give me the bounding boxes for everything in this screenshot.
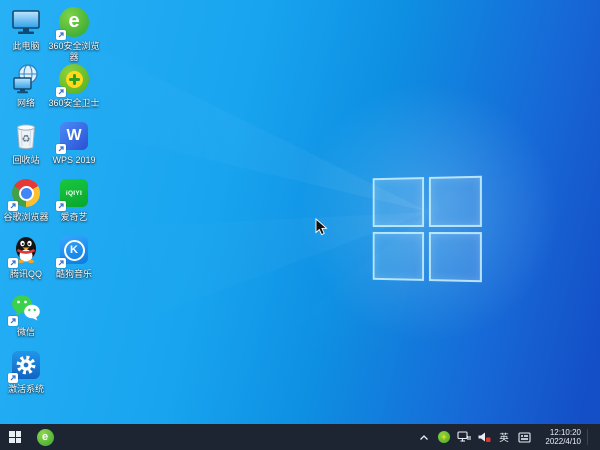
desktop-icon-iqiyi[interactable]: iQIYI 爱奇艺 xyxy=(48,176,100,223)
tray-network-icon[interactable] xyxy=(457,429,471,445)
screen: 此电脑 e 360安全浏览器 网络 360安全卫士 ♻ 回收站 W WPS 20… xyxy=(0,0,600,450)
shortcut-arrow-icon xyxy=(56,87,66,97)
show-desktop-button[interactable] xyxy=(594,424,598,450)
icon-label: 网络 xyxy=(16,98,35,108)
icon-label: 360安全浏览器 xyxy=(48,41,100,62)
icon-label: 此电脑 xyxy=(12,41,40,51)
360-safeguard-icon xyxy=(56,62,91,97)
shortcut-arrow-icon xyxy=(56,258,66,268)
desktop-icon-this-pc[interactable]: 此电脑 xyxy=(0,5,52,52)
this-pc-icon xyxy=(9,5,43,39)
shortcut-arrow-icon xyxy=(56,30,66,40)
taskbar: e + 英 12:10:20 2022/4/10 xyxy=(0,424,600,450)
desktop-icon-recycle-bin[interactable]: ♻ 回收站 xyxy=(0,119,52,166)
wps-icon: W xyxy=(56,119,91,154)
desktop-icon-360-safeguard[interactable]: 360安全卫士 xyxy=(48,62,100,109)
shortcut-arrow-icon xyxy=(56,201,66,211)
tray-divider xyxy=(587,429,588,445)
desktop-icon-360-browser[interactable]: e 360安全浏览器 xyxy=(48,5,100,62)
icon-label: 激活系统 xyxy=(7,384,44,394)
shortcut-arrow-icon xyxy=(56,144,66,154)
clock-time: 12:10:20 xyxy=(549,427,581,437)
kugou-icon: K xyxy=(56,233,91,268)
tray-ime-language-indicator[interactable]: 英 xyxy=(497,429,511,445)
desktop-icon-qq[interactable]: 腾讯QQ xyxy=(0,233,52,280)
desktop-icon-network[interactable]: 网络 xyxy=(0,62,52,109)
icon-label: WPS 2019 xyxy=(52,155,96,165)
icon-label: 微信 xyxy=(16,327,35,337)
icon-label: 360安全卫士 xyxy=(48,98,100,108)
activate-gear-icon xyxy=(8,348,43,383)
icon-label: 爱奇艺 xyxy=(60,212,88,222)
360-browser-taskbar-icon: e xyxy=(36,428,54,446)
360-browser-icon: e xyxy=(56,5,91,40)
chrome-icon xyxy=(8,176,43,211)
tray-360-safeguard-icon[interactable]: + xyxy=(437,429,451,445)
recycle-bin-icon: ♻ xyxy=(9,119,43,153)
system-tray: + 英 12:10:20 2022/4/10 xyxy=(417,424,600,450)
windows-logo xyxy=(372,175,482,283)
taskbar-item-360-browser[interactable]: e xyxy=(30,424,60,450)
iqiyi-icon: iQIYI xyxy=(56,176,91,211)
desktop-icon-kugou[interactable]: K 酷狗音乐 xyxy=(48,233,100,280)
shortcut-arrow-icon xyxy=(8,258,18,268)
icon-label: 酷狗音乐 xyxy=(55,269,92,279)
desktop-icon-chrome[interactable]: 谷歌浏览器 xyxy=(0,176,52,223)
qq-icon xyxy=(8,233,43,268)
network-icon xyxy=(9,62,43,96)
mouse-cursor xyxy=(315,218,328,241)
svg-text:♻: ♻ xyxy=(22,134,31,145)
icon-label: 腾讯QQ xyxy=(9,269,42,279)
clock-date: 2022/4/10 xyxy=(545,437,581,446)
icon-label: 谷歌浏览器 xyxy=(3,212,49,222)
taskbar-clock[interactable]: 12:10:20 2022/4/10 xyxy=(537,428,581,447)
shortcut-arrow-icon xyxy=(8,201,18,211)
shortcut-arrow-icon xyxy=(8,373,18,383)
tray-chevron-up-icon[interactable] xyxy=(417,429,431,445)
windows-start-icon xyxy=(9,431,21,443)
start-button[interactable] xyxy=(0,424,30,450)
desktop-icon-wechat[interactable]: 微信 xyxy=(0,291,52,338)
shortcut-arrow-icon xyxy=(8,316,18,326)
tray-volume-muted-icon[interactable] xyxy=(477,429,491,445)
tray-ime-keyboard-icon[interactable] xyxy=(517,429,531,445)
desktop-wallpaper[interactable]: 此电脑 e 360安全浏览器 网络 360安全卫士 ♻ 回收站 W WPS 20… xyxy=(0,0,600,424)
wechat-icon xyxy=(8,291,43,326)
icon-label: 回收站 xyxy=(12,155,40,165)
desktop-icon-activate[interactable]: 激活系统 xyxy=(0,348,52,395)
desktop-icon-wps-2019[interactable]: W WPS 2019 xyxy=(48,119,100,166)
